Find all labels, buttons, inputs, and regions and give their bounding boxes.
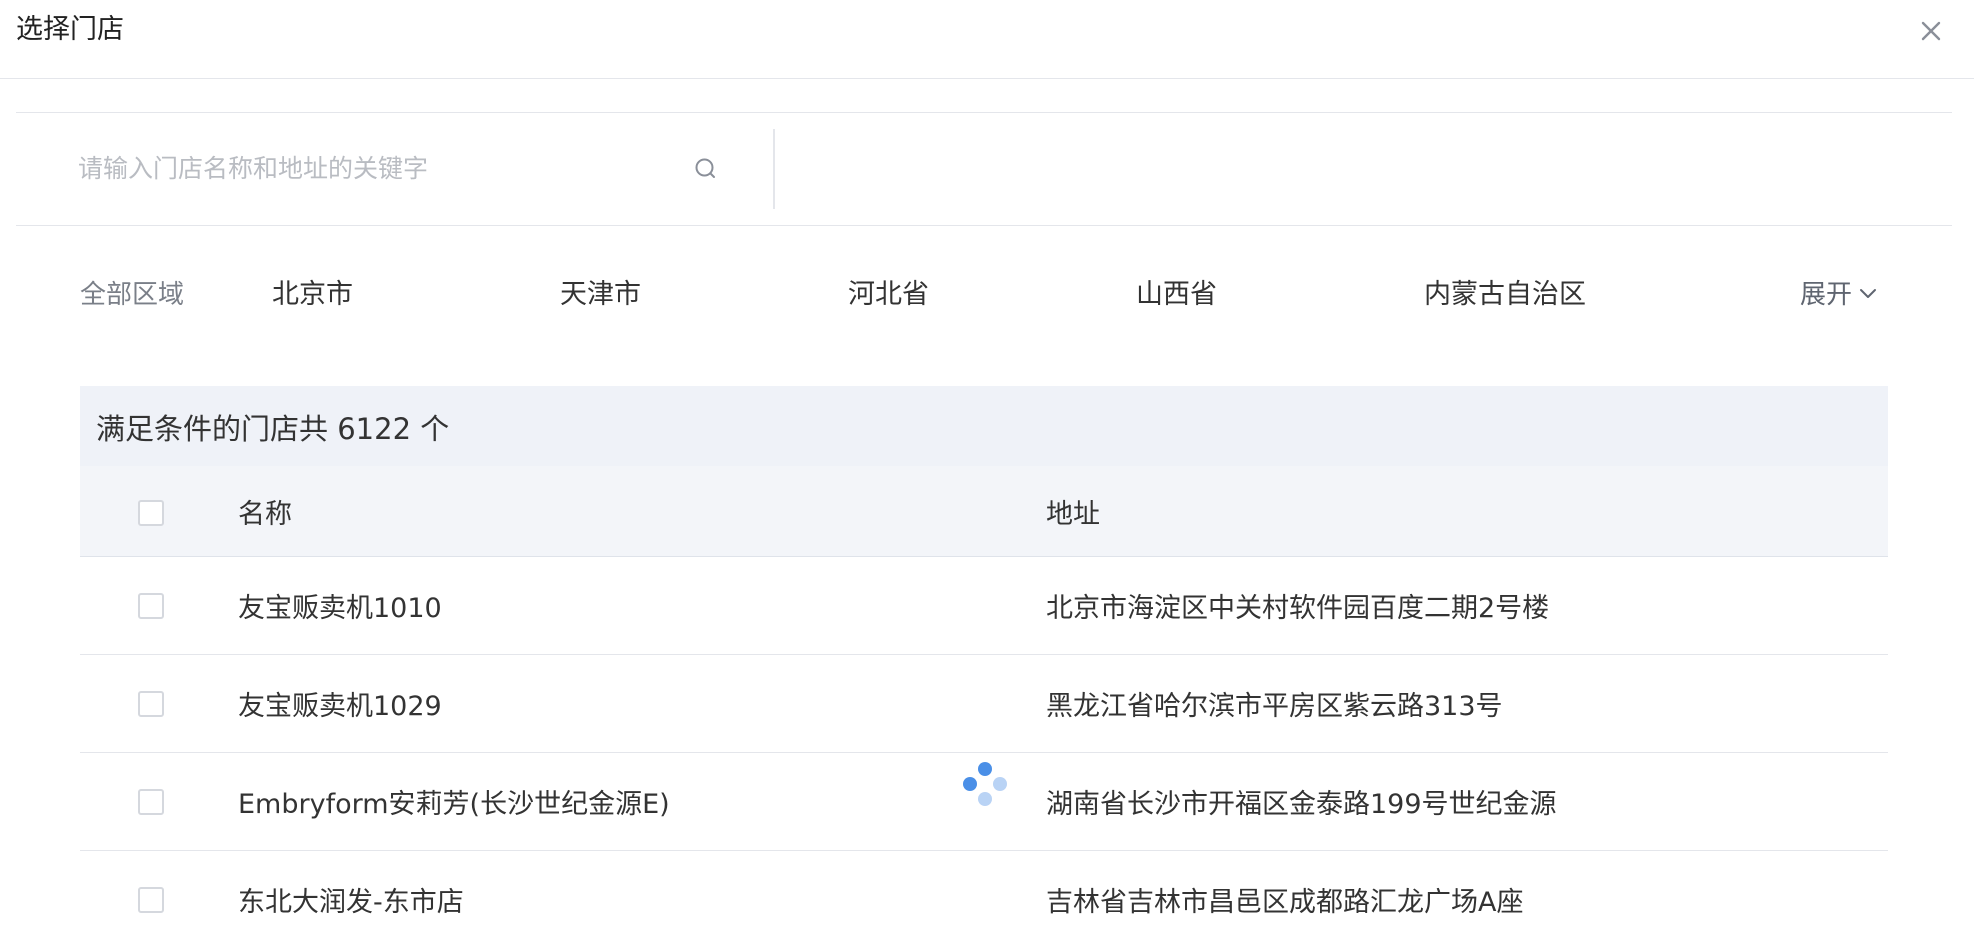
- row-checkbox[interactable]: [138, 789, 164, 815]
- close-icon[interactable]: [1914, 14, 1948, 48]
- spinner-dot: [978, 792, 992, 806]
- store-address: 黑龙江省哈尔滨市平房区紫云路313号: [1046, 691, 1503, 722]
- search-divider: [773, 129, 775, 209]
- store-address: 湖南省长沙市开福区金泰路199号世纪金源: [1046, 789, 1557, 820]
- dialog-title: 选择门店: [16, 14, 124, 45]
- result-count-bar: 满足条件的门店共 6122 个: [80, 386, 1888, 466]
- store-name: 友宝贩卖机1010: [238, 593, 442, 624]
- table-row[interactable]: 友宝贩卖机1010 北京市海淀区中关村软件园百度二期2号楼: [80, 557, 1888, 655]
- region-filter: 全部区域 北京市 天津市 河北省 山西省 内蒙古自治区 展开: [0, 268, 1974, 318]
- column-header-name: 名称: [238, 499, 292, 530]
- search-input[interactable]: [78, 135, 698, 201]
- spinner-dot: [978, 762, 992, 776]
- store-name: Embryform安莉芳(长沙世纪金源E): [238, 789, 670, 820]
- region-item-shanxi[interactable]: 山西省: [1136, 272, 1217, 311]
- region-label-all[interactable]: 全部区域: [80, 274, 184, 311]
- expand-label: 展开: [1800, 280, 1853, 310]
- store-address: 北京市海淀区中关村软件园百度二期2号楼: [1046, 593, 1550, 624]
- table-row[interactable]: 友宝贩卖机1029 黑龙江省哈尔滨市平房区紫云路313号: [80, 655, 1888, 753]
- search-icon[interactable]: [692, 155, 720, 183]
- store-name: 友宝贩卖机1029: [238, 691, 442, 722]
- row-checkbox[interactable]: [138, 691, 164, 717]
- select-store-dialog: 选择门店 全部区域 北京市 天津市 河北省 山西省 内蒙古自治区 展开: [0, 0, 1974, 942]
- row-checkbox[interactable]: [138, 887, 164, 913]
- store-table: 名称 地址 友宝贩卖机1010 北京市海淀区中关村软件园百度二期2号楼 友宝贩卖…: [80, 466, 1888, 942]
- select-all-checkbox[interactable]: [138, 500, 164, 526]
- loading-spinner-icon: [960, 760, 1010, 810]
- store-name: 东北大润发-东市店: [238, 887, 464, 918]
- store-address: 吉林省吉林市昌邑区成都路汇龙广场A座: [1046, 887, 1524, 918]
- result-count: 满足条件的门店共 6122 个: [96, 412, 450, 446]
- spinner-dot: [963, 777, 977, 791]
- region-item-beijing[interactable]: 北京市: [272, 272, 353, 311]
- table-header: 名称 地址: [80, 466, 1888, 557]
- spinner-dot: [993, 777, 1007, 791]
- search-bar: [16, 112, 1952, 226]
- expand-button[interactable]: 展开: [1800, 274, 1878, 311]
- region-item-neimenggu[interactable]: 内蒙古自治区: [1424, 272, 1586, 311]
- region-item-tianjin[interactable]: 天津市: [560, 272, 641, 311]
- column-header-address: 地址: [1046, 499, 1100, 530]
- chevron-down-icon: [1860, 288, 1877, 298]
- dialog-header: 选择门店: [0, 0, 1974, 79]
- row-checkbox[interactable]: [138, 593, 164, 619]
- table-row[interactable]: 东北大润发-东市店 吉林省吉林市昌邑区成都路汇龙广场A座: [80, 851, 1888, 942]
- region-item-hebei[interactable]: 河北省: [848, 272, 929, 311]
